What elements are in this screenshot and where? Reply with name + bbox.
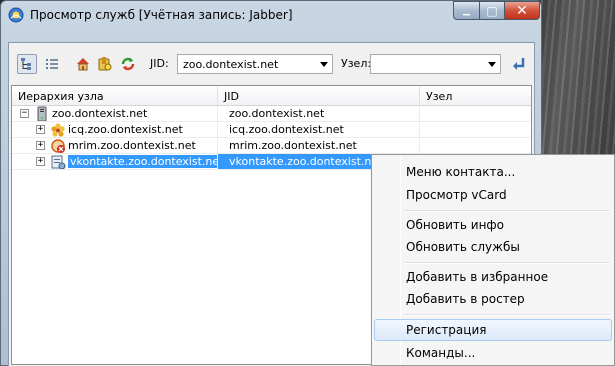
node-name: zoo.dontexist.net: [52, 107, 148, 120]
collapse-icon[interactable]: −: [20, 109, 29, 118]
expand-icon[interactable]: +: [36, 125, 45, 134]
bookmark-button[interactable]: [95, 54, 115, 74]
tree-view-button[interactable]: [17, 54, 37, 74]
context-menu: Меню контакта... Просмотр vCard Обновить…: [371, 154, 615, 366]
jid-combobox-value: zoo.dontexist.net: [183, 58, 279, 71]
maximize-button[interactable]: □: [479, 1, 505, 20]
tree-view-icon: [21, 58, 31, 70]
table-row[interactable]: − zoo.dontexist.net zoo.dontexist.net: [12, 106, 531, 122]
node-name: icq.zoo.dontexist.net: [68, 123, 183, 136]
mrim-icon: [51, 139, 65, 153]
node-jid: zoo.dontexist.net: [218, 106, 420, 122]
minimize-button[interactable]: ▁: [453, 1, 480, 20]
toolbar: JID: zoo.dontexist.net Узел:: [9, 43, 534, 85]
table-row[interactable]: + mrim.zoo.dontexist.net mrim.zoo.dontex…: [12, 138, 531, 154]
refresh-button[interactable]: [118, 54, 138, 74]
server-icon: [37, 106, 47, 121]
menu-separator: [404, 262, 610, 264]
node-name: vkontakte.zoo.dontexist.net: [66, 154, 217, 169]
chevron-down-icon[interactable]: [320, 62, 328, 67]
expand-icon[interactable]: +: [36, 141, 45, 150]
chevron-down-icon[interactable]: [488, 62, 496, 67]
menu-item-refresh-services[interactable]: Обновить службы: [374, 236, 612, 258]
node-name: mrim.zoo.dontexist.net: [68, 139, 196, 152]
menu-item-add-to-favorites[interactable]: Добавить в избранное: [374, 266, 612, 288]
bookmark-icon: [98, 57, 112, 71]
transport-icon: [51, 155, 66, 169]
go-button[interactable]: [509, 54, 529, 74]
home-button[interactable]: [73, 54, 93, 74]
column-header-jid[interactable]: JID: [218, 86, 420, 106]
table-row[interactable]: + icq.zoo.dontexist.net icq.zoo.dontexis…: [12, 122, 531, 138]
jid-combobox[interactable]: zoo.dontexist.net: [177, 54, 333, 74]
minimize-icon: ▁: [463, 5, 470, 16]
list-view-icon: [46, 59, 58, 69]
table-header: Иерархия узла JID Узел: [12, 86, 531, 106]
close-icon: ✕: [516, 2, 528, 19]
menu-item-view-vcard[interactable]: Просмотр vCard: [374, 184, 612, 206]
expand-icon[interactable]: +: [36, 157, 45, 166]
icq-flower-icon: [51, 123, 65, 137]
refresh-icon: [121, 57, 135, 71]
app-icon: [8, 7, 24, 23]
go-icon: [513, 58, 525, 70]
node-node: [420, 122, 531, 138]
title-bar[interactable]: Просмотр служб [Учётная запись: Jabber] …: [1, 1, 541, 29]
jid-label: JID:: [150, 57, 169, 70]
menu-separator: [404, 314, 610, 316]
menu-item-commands[interactable]: Команды...: [374, 342, 612, 364]
node-jid: mrim.zoo.dontexist.net: [218, 138, 420, 154]
maximize-icon: □: [486, 3, 498, 18]
window-title: Просмотр служб [Учётная запись: Jabber]: [30, 8, 293, 22]
column-header-node[interactable]: Узел: [420, 86, 531, 106]
node-label: Узел:: [341, 57, 372, 70]
menu-item-refresh-info[interactable]: Обновить инфо: [374, 214, 612, 236]
menu-separator: [404, 210, 610, 212]
menu-item-contact-menu[interactable]: Меню контакта...: [374, 161, 612, 183]
list-view-button[interactable]: [42, 54, 62, 74]
node-combobox[interactable]: [370, 54, 501, 74]
node-node: [420, 106, 531, 122]
node-jid: icq.zoo.dontexist.net: [218, 122, 420, 138]
menu-item-registration[interactable]: Регистрация: [374, 319, 612, 341]
close-button[interactable]: ✕: [504, 1, 540, 20]
menu-item-add-to-roster[interactable]: Добавить в ростер: [374, 288, 612, 310]
node-node: [420, 138, 531, 154]
home-icon: [77, 58, 89, 71]
column-header-hierarchy[interactable]: Иерархия узла: [12, 86, 218, 106]
